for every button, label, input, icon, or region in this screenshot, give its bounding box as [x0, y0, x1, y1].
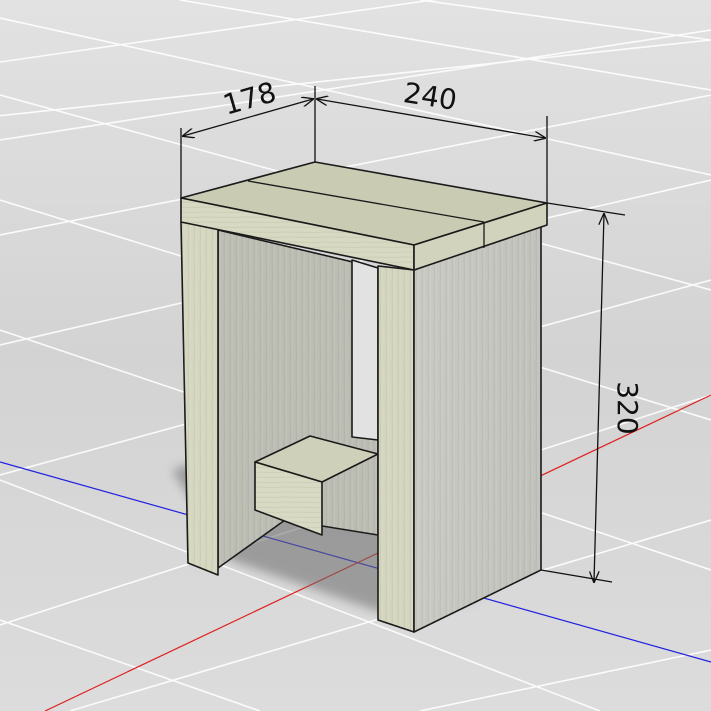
height-dimension-label: 320	[611, 381, 644, 434]
cad-viewport[interactable]: 178 240 320	[0, 0, 711, 711]
leg-gap	[351, 259, 379, 441]
